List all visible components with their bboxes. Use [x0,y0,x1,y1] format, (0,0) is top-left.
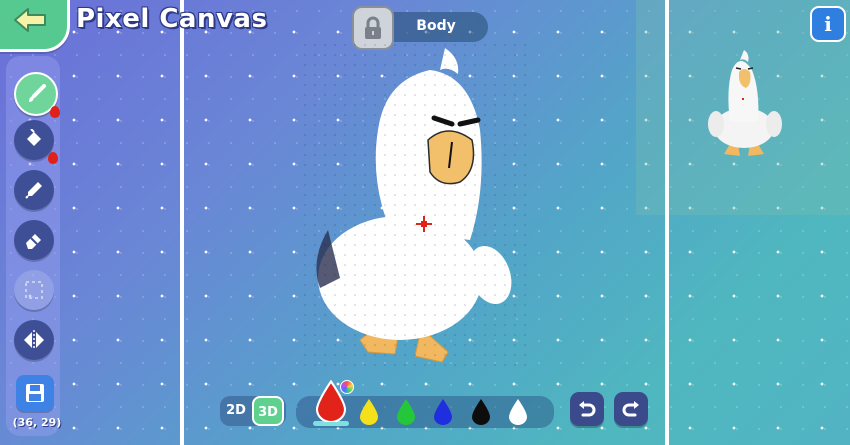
mirror-tool[interactable] [14,320,54,360]
color-swatch-green[interactable] [394,396,418,426]
goose-model-preview [708,50,782,156]
brush-icon [29,84,46,102]
color-swatch-blue[interactable] [431,396,455,426]
color-swatch-black[interactable] [469,396,493,426]
back-button[interactable] [0,0,70,52]
info-button[interactable]: i [810,6,846,42]
eraser-tool[interactable] [14,220,54,260]
selection-icon [25,281,43,299]
lock-icon [365,16,381,39]
paint-bucket-icon [27,129,41,146]
color-swatch-white[interactable] [506,396,530,426]
info-icon: i [824,12,832,36]
redo-icon [622,401,639,417]
layer-name: Body [416,18,456,34]
mode-3d-button[interactable]: 3D [252,396,284,426]
eraser-icon [26,234,41,249]
undo-icon [579,401,596,417]
eyedropper-tool[interactable] [14,170,54,210]
arrow-left-icon [14,8,46,32]
mode-2d-button[interactable]: 2D [224,400,248,422]
undo-button[interactable] [570,392,604,426]
mirror-icon [24,330,44,350]
color-swatch-yellow[interactable] [357,396,381,426]
save-icon [26,384,44,402]
save-button[interactable] [16,375,54,411]
page-title: Pixel Canvas [76,4,268,34]
goose-model-canvas[interactable] [300,40,530,370]
eyedropper-icon [25,182,42,199]
selection-tool[interactable] [14,270,54,310]
cursor-coordinates: (36, 29) [12,416,62,429]
fill-tool[interactable] [14,120,58,164]
brush-tool[interactable] [14,72,60,118]
left-divider [180,0,184,445]
red-drop-badge [50,106,60,118]
color-picker-icon[interactable] [340,380,354,394]
right-divider [665,0,669,445]
red-drop-badge [48,152,58,164]
redo-button[interactable] [614,392,648,426]
